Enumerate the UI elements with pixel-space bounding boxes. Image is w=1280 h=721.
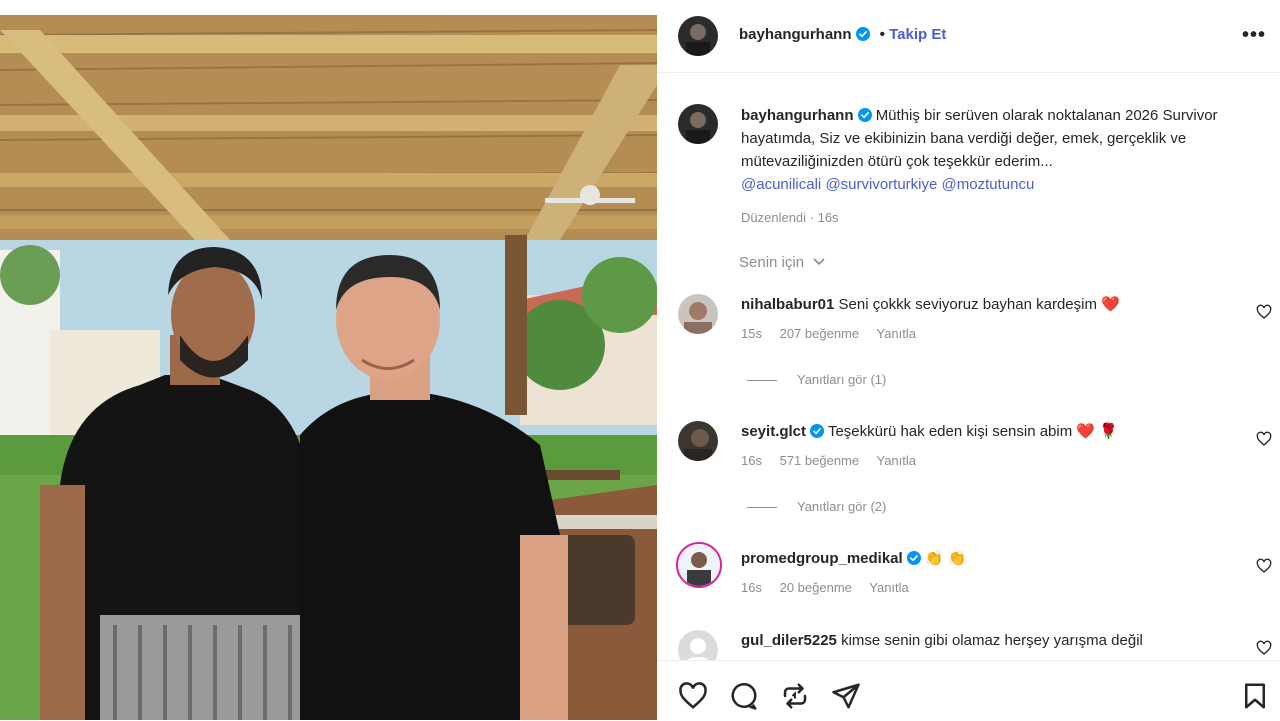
comment-meta: 16s 20 beğenme Yanıtla [741, 580, 923, 595]
replies-divider [747, 507, 777, 509]
verified-badge-icon [855, 27, 870, 41]
comment-body: promedgroup_medikal 👏 👏 [741, 548, 1211, 570]
heart-outline-icon[interactable] [678, 681, 708, 711]
comment-meta: 15s 207 beğenme Yanıtla [741, 326, 930, 341]
comment-likes[interactable]: 207 beğenme [780, 326, 860, 341]
post-photo [0, 15, 657, 720]
comment-like-heart-icon[interactable] [1256, 431, 1272, 447]
bookmark-icon[interactable] [1240, 681, 1270, 711]
comment-sort-label: Senin için [739, 254, 805, 271]
mention-link[interactable]: @survivorturkiye [825, 176, 937, 193]
comment-like-heart-icon[interactable] [1256, 640, 1272, 656]
commenter-avatar[interactable] [676, 542, 722, 588]
view-replies-label: Yanıtları gör (1) [797, 372, 887, 387]
post-sidebar: bayhangurhann • Takip Et ••• bayhangurhann… [657, 0, 1280, 721]
verified-badge-icon [810, 424, 825, 438]
comment-likes[interactable]: 20 beğenme [780, 580, 852, 595]
comment-like-heart-icon[interactable] [1256, 304, 1272, 320]
comment-emoji: ❤️ 🌹 [1076, 423, 1118, 440]
caption-avatar[interactable] [678, 104, 718, 144]
post-caption: bayhangurhann Müthiş bir serüven olarak … [741, 104, 1241, 229]
chevron-down-icon [813, 258, 825, 266]
reply-button[interactable]: Yanıtla [877, 453, 917, 468]
view-replies-button[interactable]: Yanıtları gör (1) [747, 372, 886, 387]
follow-button[interactable]: Takip Et [889, 26, 946, 43]
commenter-username[interactable]: promedgroup_medikal [741, 550, 903, 567]
mention-link[interactable]: @moztutuncu [942, 176, 1035, 193]
paper-plane-icon[interactable] [831, 681, 861, 711]
comment-time: 16s [741, 580, 762, 595]
comment-emoji: 👏 👏 [924, 550, 967, 567]
comment-text: kimse senin gibi olamaz herşey yarışma d… [841, 632, 1143, 649]
comment-text: Seni çokkk seviyoruz bayhan kardeşim [838, 296, 1097, 313]
comment-emoji: ❤️ [1101, 296, 1120, 313]
commenter-avatar[interactable] [678, 630, 718, 660]
commenter-username[interactable]: nihalbabur01 [741, 296, 834, 313]
verified-badge-icon [906, 551, 921, 565]
comment-text: Teşekkürü hak eden kişi sensin abim [827, 423, 1073, 440]
post-action-bar [657, 660, 1280, 721]
comment-body: nihalbabur01 Seni çokkk seviyoruz bayhan… [741, 294, 1211, 316]
author-avatar[interactable] [678, 16, 718, 56]
commenter-username[interactable]: seyit.glct [741, 423, 806, 440]
mention-link[interactable]: @acunilicali [741, 176, 821, 193]
commenter-avatar[interactable] [678, 294, 718, 334]
commenter-username[interactable]: gul_diler5225 [741, 632, 837, 649]
comment-time: 16s [741, 453, 762, 468]
view-replies-button[interactable]: Yanıtları gör (2) [747, 499, 886, 514]
comment-sort-dropdown[interactable]: Senin için [739, 254, 826, 271]
speech-bubble-icon[interactable] [729, 681, 759, 711]
comment-like-heart-icon[interactable] [1256, 558, 1272, 574]
caption-username[interactable]: bayhangurhann [741, 107, 854, 124]
replies-divider [747, 380, 777, 382]
post-header: bayhangurhann • Takip Et ••• [657, 0, 1280, 73]
comment-likes[interactable]: 571 beğenme [780, 453, 860, 468]
repost-icon[interactable] [780, 681, 810, 711]
author-username[interactable]: bayhangurhann [739, 26, 852, 43]
caption-edited-meta: Düzenlendi · 16s [741, 210, 839, 225]
comment-item: gul_diler5225 kimse senin gibi olamaz he… [657, 630, 1280, 660]
comment-meta: 16s 571 beğenme Yanıtla [741, 453, 930, 468]
view-replies-label: Yanıtları gör (2) [797, 499, 887, 514]
reply-button[interactable]: Yanıtla [877, 326, 917, 341]
more-options-icon[interactable]: ••• [1242, 24, 1266, 47]
comment-time: 15s [741, 326, 762, 341]
separator-dot: • [879, 26, 886, 43]
verified-badge-icon [857, 108, 872, 122]
commenter-avatar[interactable] [678, 421, 718, 461]
reply-button[interactable]: Yanıtla [869, 580, 909, 595]
comment-body: seyit.glct Teşekkürü hak eden kişi sensi… [741, 421, 1211, 443]
comment-body: gul_diler5225 kimse senin gibi olamaz he… [741, 630, 1211, 652]
